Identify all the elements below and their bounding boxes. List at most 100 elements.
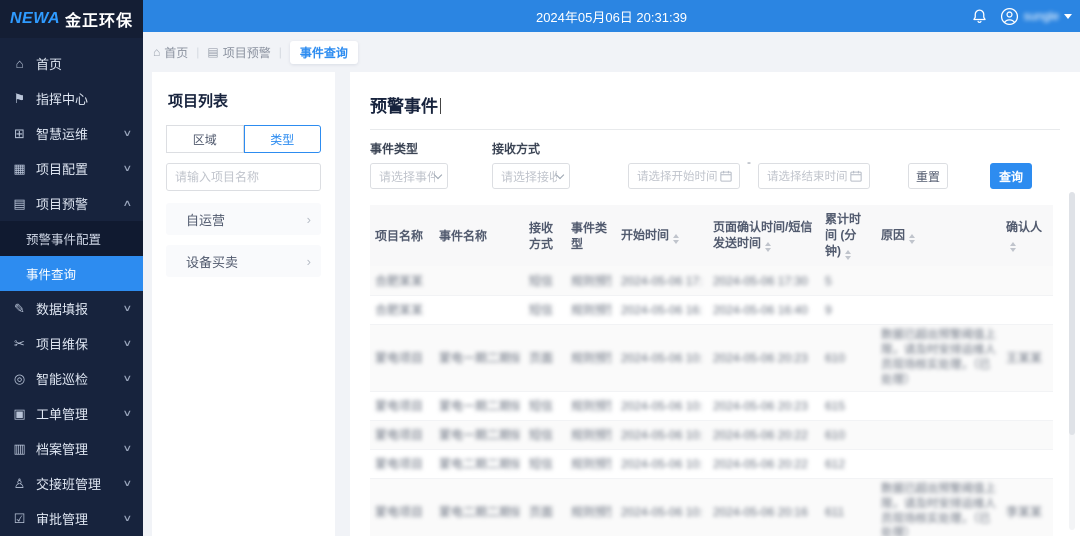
breadcrumb-separator: | — [279, 45, 282, 59]
table-header-cell[interactable]: 原因 — [876, 205, 1001, 266]
chevron-down-icon: ∨ — [123, 408, 133, 419]
cell-receive-method: 短信 — [529, 397, 561, 414]
sidebar-item[interactable]: ▦ 项目配置 ∨ — [0, 151, 143, 186]
cell-minutes: 5 — [825, 274, 871, 288]
calendar-icon — [850, 170, 862, 182]
table-row: 合肥某某 短信 规则预警 2024-05-06 16:22 2024-05-06… — [370, 295, 1053, 324]
sidebar-item[interactable]: ◎ 智能巡检 ∨ — [0, 361, 143, 396]
table-header-cell[interactable]: 累计时间 (分钟) — [820, 205, 876, 266]
table-row: 合肥某某 短信 规则预警 2024-05-06 17:25 2024-05-06… — [370, 266, 1053, 295]
sidebar-subitem-label: 预警事件配置 — [26, 229, 101, 248]
sidebar-item-label: 交接班管理 — [36, 474, 120, 493]
sidebar-subitem[interactable]: 事件查询 — [0, 256, 143, 291]
table-header-cell[interactable]: 接收方式 — [524, 205, 566, 266]
table-header-cell[interactable]: 项目名称 — [370, 205, 434, 266]
sidebar-item[interactable]: ▥ 档案管理 ∨ — [0, 431, 143, 466]
sidebar-item[interactable]: ☑ 审批管理 ∨ — [0, 501, 143, 536]
chevron-icon: ∨ — [123, 163, 133, 174]
project-type-item[interactable]: 设备买卖 › — [166, 245, 321, 277]
logo-newa-text: NEWA — [10, 10, 60, 28]
project-type-item[interactable]: 自运营 › — [166, 203, 321, 235]
query-button[interactable]: 查询 — [990, 163, 1032, 189]
project-search-input[interactable] — [166, 163, 321, 191]
sidebar-item-label: 首页 — [36, 54, 127, 73]
sidebar-item-label: 指挥中心 — [36, 89, 127, 108]
sidebar-item[interactable]: ▣ 工单管理 ∨ — [0, 396, 143, 431]
table-row: 蒙电项目 蒙电一期二期储能项目 页面 规则预警 2024-05-06 10:13… — [370, 324, 1053, 391]
user-menu[interactable]: sungle — [1000, 7, 1072, 26]
cell-receive-method: 短信 — [529, 301, 561, 318]
cell-start-time: 2024-05-06 16:22 — [621, 303, 703, 317]
sort-carets-icon[interactable] — [845, 250, 851, 260]
sidebar-item-label: 审批管理 — [36, 509, 120, 528]
column-label: 页面确认时间/短信发送时间 — [713, 220, 812, 250]
breadcrumb-current[interactable]: 事件查询 — [290, 41, 358, 64]
event-type-select[interactable]: 请选择事件... — [370, 163, 448, 189]
cell-minutes: 610 — [825, 428, 871, 442]
start-date-picker[interactable]: 请选择开始时间 — [628, 163, 740, 189]
sidebar-item[interactable]: ▤ 项目预警 ∧ — [0, 186, 143, 221]
table-row: 蒙电项目 蒙电二期二期储能项目 页面 规则预警 2024-05-06 10:05… — [370, 478, 1053, 536]
sort-carets-icon[interactable] — [1010, 242, 1016, 252]
cell-project-name: 蒙电项目 — [375, 397, 429, 414]
breadcrumb-project-alert[interactable]: ▤ 项目预警 — [207, 44, 270, 61]
cell-minutes: 9 — [825, 303, 871, 317]
project-tab[interactable]: 区域 — [166, 125, 244, 153]
cell-confirm-time: 2024-05-06 20:23 — [713, 351, 815, 365]
cell-event-name: 蒙电一期二期储能项目 — [439, 426, 519, 443]
cell-start-time: 2024-05-06 10:05 — [621, 505, 703, 519]
sidebar-item[interactable]: ⌂ 首页 — [0, 46, 143, 81]
cell-project-name: 蒙电项目 — [375, 426, 429, 443]
receive-method-label: 接收方式 — [492, 140, 570, 157]
cell-project-name: 合肥某某 — [375, 301, 429, 318]
warning-events-panel: 预警事件 事件类型 请选择事件... 接收方式 请选择接收... — [350, 72, 1080, 536]
cell-event-name: 蒙电二期二期储能项目 — [439, 503, 519, 520]
bell-icon[interactable] — [971, 8, 988, 25]
sidebar-item[interactable]: ⚑ 指挥中心 — [0, 81, 143, 116]
column-label: 累计时间 (分钟) — [825, 212, 861, 258]
chevron-down-icon: ∨ — [123, 303, 133, 314]
project-tab-label: 类型 — [270, 131, 294, 148]
sidebar: NEWA 金正环保 ⌂ 首页 ⚑ 指挥中心 ⊞ 智慧运维 — [0, 0, 143, 536]
cell-confirm-time: 2024-05-06 20:16 — [713, 505, 815, 519]
cell-start-time: 2024-05-06 10:13 — [621, 351, 703, 365]
sidebar-item-label: 项目预警 — [36, 194, 120, 213]
cell-start-time: 2024-05-06 17:25 — [621, 274, 703, 288]
cell-event-type: 规则预警 — [571, 301, 611, 318]
receive-method-select[interactable]: 请选择接收... — [492, 163, 570, 189]
menu-icon: ✎ — [12, 301, 27, 317]
cell-event-name: 蒙电一期二期储能项目 — [439, 397, 519, 414]
table-header-cell[interactable]: 页面确认时间/短信发送时间 — [708, 205, 820, 266]
table-header-cell[interactable]: 开始时间 — [616, 205, 708, 266]
breadcrumb-home-label: 首页 — [164, 44, 188, 61]
table-header-cell[interactable]: 事件类型 — [566, 205, 616, 266]
project-tab[interactable]: 类型 — [244, 125, 322, 153]
end-date-picker[interactable]: 请选择结束时间 — [758, 163, 870, 189]
sidebar-item[interactable]: ♙ 交接班管理 ∨ — [0, 466, 143, 501]
table-header-cell[interactable]: 确认人 — [1001, 205, 1053, 266]
sidebar-item[interactable]: ⊞ 智慧运维 ∨ — [0, 116, 143, 151]
sidebar-item-label: 项目配置 — [36, 159, 120, 178]
sidebar-item[interactable]: ✂ 项目维保 ∨ — [0, 326, 143, 361]
table-scrollbar — [1069, 192, 1075, 530]
table-body: 合肥某某 短信 规则预警 2024-05-06 17:25 2024-05-06… — [370, 266, 1053, 536]
text-cursor — [440, 98, 441, 114]
chevron-down-icon — [434, 170, 442, 178]
sort-carets-icon[interactable] — [765, 242, 771, 252]
content-area: ⌂ 首页 | ▤ 项目预警 | 事件查询 项目列表 区域 — [143, 32, 1080, 536]
logo-company-text: 金正环保 — [65, 7, 133, 31]
events-table: 项目名称 事件名称 接收方式 — [370, 205, 1048, 536]
cell-event-type: 规则预警 — [571, 349, 611, 366]
start-date-placeholder: 请选择开始时间 — [637, 168, 720, 184]
app-window: NEWA 金正环保 ⌂ 首页 ⚑ 指挥中心 ⊞ 智慧运维 — [0, 0, 1080, 536]
reset-button[interactable]: 重置 — [908, 163, 948, 189]
sidebar-item[interactable]: ✎ 数据填报 ∨ — [0, 291, 143, 326]
table-header-cell[interactable]: 事件名称 — [434, 205, 524, 266]
menu-icon: ⊞ — [12, 126, 27, 142]
scrollbar-thumb[interactable] — [1069, 192, 1075, 435]
sort-carets-icon[interactable] — [909, 234, 915, 244]
sort-carets-icon[interactable] — [673, 234, 679, 244]
breadcrumb-home[interactable]: ⌂ 首页 — [153, 44, 188, 61]
sidebar-subitem[interactable]: 预警事件配置 — [0, 221, 143, 256]
chevron-down-icon: ∨ — [123, 513, 133, 524]
